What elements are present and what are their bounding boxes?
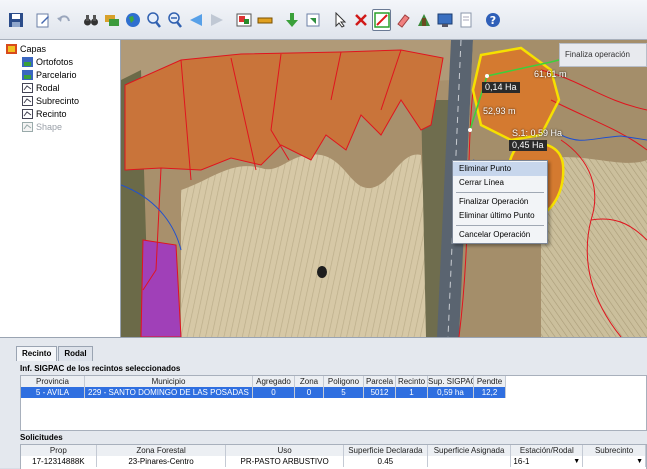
sigpac-title: Inf. SIGPAC de los recintos seleccionado…: [20, 364, 181, 373]
binoculars-icon[interactable]: [81, 9, 100, 31]
sigpac-table: Provincia Municipio Agregado Zona Poligo…: [20, 375, 647, 431]
globe-icon[interactable]: [123, 9, 142, 31]
folder-layers-icon: [6, 43, 17, 54]
layers-icon[interactable]: [102, 9, 121, 31]
raster-layer-icon: [22, 69, 33, 80]
undo-icon[interactable]: [54, 9, 73, 31]
layer-item-recinto[interactable]: Recinto: [22, 107, 120, 120]
zoom-out-icon[interactable]: [165, 9, 184, 31]
tab-rodal[interactable]: Rodal: [58, 346, 93, 361]
forward-icon[interactable]: [207, 9, 226, 31]
context-menu: Eliminar Punto Cerrar Línea Finalizar Op…: [452, 160, 548, 244]
menu-item-eliminar-ultimo-punto[interactable]: Eliminar último Punto: [453, 209, 547, 223]
download-icon[interactable]: [282, 9, 301, 31]
menu-item-finalizar-operacion[interactable]: Finalizar Operación: [453, 195, 547, 209]
measure-subarea: S.1: 0,59 Ha: [512, 128, 563, 138]
tab-recinto[interactable]: Recinto: [16, 346, 58, 361]
info-panel: Recinto Rodal Inf. SIGPAC de los recinto…: [0, 337, 647, 469]
zoom-in-icon[interactable]: [144, 9, 163, 31]
operation-hint: Finaliza operación: [559, 43, 647, 67]
help-icon[interactable]: ?: [483, 9, 502, 31]
polygon-icon[interactable]: [414, 9, 433, 31]
toolbar: ?: [0, 0, 647, 40]
measure-distance-2: 52,93 m: [483, 106, 516, 116]
layer-root[interactable]: Capas: [6, 42, 120, 55]
vector-layer-icon: [22, 121, 33, 132]
table-row[interactable]: 5 - AVILA 229 - SANTO DOMINGO DE LAS POS…: [21, 387, 646, 398]
export-icon[interactable]: [303, 9, 322, 31]
table-header-row: Prop Zona Forestal Uso Superficie Declar…: [21, 445, 646, 456]
back-icon[interactable]: [186, 9, 205, 31]
layer-item-rodal[interactable]: Rodal: [22, 81, 120, 94]
vector-layer-icon: [22, 82, 33, 93]
map-canvas[interactable]: Finaliza operación 61,61 m 0,14 Ha 52,93…: [121, 40, 647, 337]
subrecinto-select[interactable]: ▼: [583, 456, 646, 467]
measure-area-2: 0,45 Ha: [509, 140, 547, 151]
delete-icon[interactable]: [351, 9, 370, 31]
menu-item-cancelar-operacion[interactable]: Cancelar Operación: [453, 228, 547, 242]
layer-item-parcelario[interactable]: Parcelario: [22, 68, 120, 81]
measure-area-1: 0,14 Ha: [482, 82, 520, 93]
select-icon[interactable]: [234, 9, 253, 31]
table-row[interactable]: 17-12314888K 23-Pinares-Centro PR-PASTO …: [21, 456, 646, 467]
estacion-rodal-select[interactable]: 16-1 ▼: [511, 456, 584, 467]
monitor-icon[interactable]: [435, 9, 454, 31]
menu-item-eliminar-punto[interactable]: Eliminar Punto: [453, 162, 547, 176]
vector-layer-icon: [22, 108, 33, 119]
layer-item-ortofotos[interactable]: Ortofotos: [22, 55, 120, 68]
pointer-icon[interactable]: [330, 9, 349, 31]
menu-separator: [456, 225, 544, 226]
minus-icon[interactable]: [255, 9, 274, 31]
table-header-row: Provincia Municipio Agregado Zona Poligo…: [21, 376, 646, 387]
save-icon[interactable]: [6, 9, 25, 31]
menu-item-cerrar-linea[interactable]: Cerrar Línea: [453, 176, 547, 190]
solicitudes-title: Solicitudes: [20, 433, 63, 442]
document-icon[interactable]: [456, 9, 475, 31]
layer-item-shape[interactable]: Shape: [22, 120, 120, 133]
measure-distance-1: 61,61 m: [534, 69, 567, 79]
vector-layer-icon: [22, 95, 33, 106]
draw-line-icon[interactable]: [372, 8, 391, 31]
raster-layer-icon: [22, 56, 33, 67]
chevron-down-icon: ▼: [636, 458, 643, 465]
layer-root-label: Capas: [20, 43, 47, 54]
edit-icon[interactable]: [33, 9, 52, 31]
menu-separator: [456, 192, 544, 193]
solicitudes-table: Prop Zona Forestal Uso Superficie Declar…: [20, 444, 647, 469]
layer-tree: Capas Ortofotos Parcelario Rodal Subreci…: [0, 40, 121, 337]
layer-item-subrecinto[interactable]: Subrecinto: [22, 94, 120, 107]
ortophoto-map: [121, 40, 647, 337]
tab-bar: Recinto Rodal: [16, 346, 94, 361]
chevron-down-icon: ▼: [573, 458, 581, 465]
svg-text:?: ?: [489, 14, 495, 27]
eraser-icon[interactable]: [393, 9, 412, 31]
